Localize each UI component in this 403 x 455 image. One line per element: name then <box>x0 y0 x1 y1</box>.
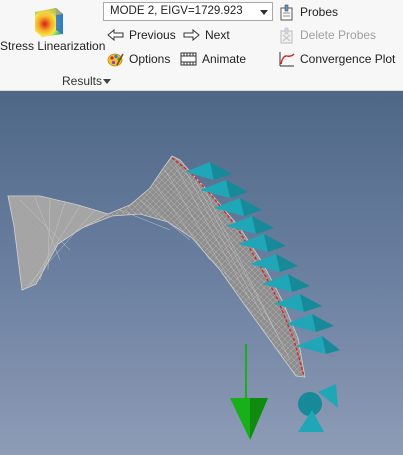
previous-button[interactable]: Previous <box>107 25 176 45</box>
deformed-mesh-model[interactable] <box>0 91 403 455</box>
previous-label: Previous <box>129 28 176 42</box>
options-label: Options <box>129 52 171 66</box>
mode-select-value: MODE 2, EIGV=1729.923 <box>110 5 243 17</box>
stress-linearization-label: Stress Linearization <box>0 39 106 53</box>
film-icon <box>180 52 197 66</box>
results-group-label: Results <box>62 74 103 88</box>
convergence-plot-icon <box>279 51 295 66</box>
convergence-plot-button[interactable]: Convergence Plot <box>278 49 395 69</box>
animate-label: Animate <box>202 52 247 66</box>
probe-icon <box>280 4 293 20</box>
palette-icon <box>107 53 124 66</box>
stress-linearization-icon <box>35 8 63 37</box>
model-viewport[interactable] <box>0 91 403 455</box>
convergence-plot-label: Convergence Plot <box>300 52 396 66</box>
delete-probes-label: Delete Probes <box>300 28 377 42</box>
arrow-right-icon <box>183 29 200 41</box>
results-ribbon: Stress Linearization MODE 2, EIGV=1729.9… <box>0 0 403 91</box>
probes-label: Probes <box>300 5 339 19</box>
mesh-surface-flange <box>7 195 109 291</box>
group-expand-icon[interactable] <box>103 79 111 84</box>
chevron-down-icon[interactable] <box>260 10 268 15</box>
delete-probes-button[interactable]: Delete Probes <box>278 25 376 45</box>
arrow-left-icon <box>107 29 124 41</box>
next-button[interactable]: Next <box>183 25 230 45</box>
probes-button[interactable]: Probes <box>278 2 338 22</box>
options-button[interactable]: Options <box>107 49 170 69</box>
load-arrow-icon <box>230 344 268 440</box>
stress-linearization-button[interactable]: Stress Linearization <box>0 2 106 64</box>
delete-probe-icon <box>280 27 293 43</box>
animate-button[interactable]: Animate <box>180 49 246 69</box>
next-label: Next <box>205 28 230 42</box>
mode-select[interactable]: MODE 2, EIGV=1729.923 <box>103 2 273 21</box>
